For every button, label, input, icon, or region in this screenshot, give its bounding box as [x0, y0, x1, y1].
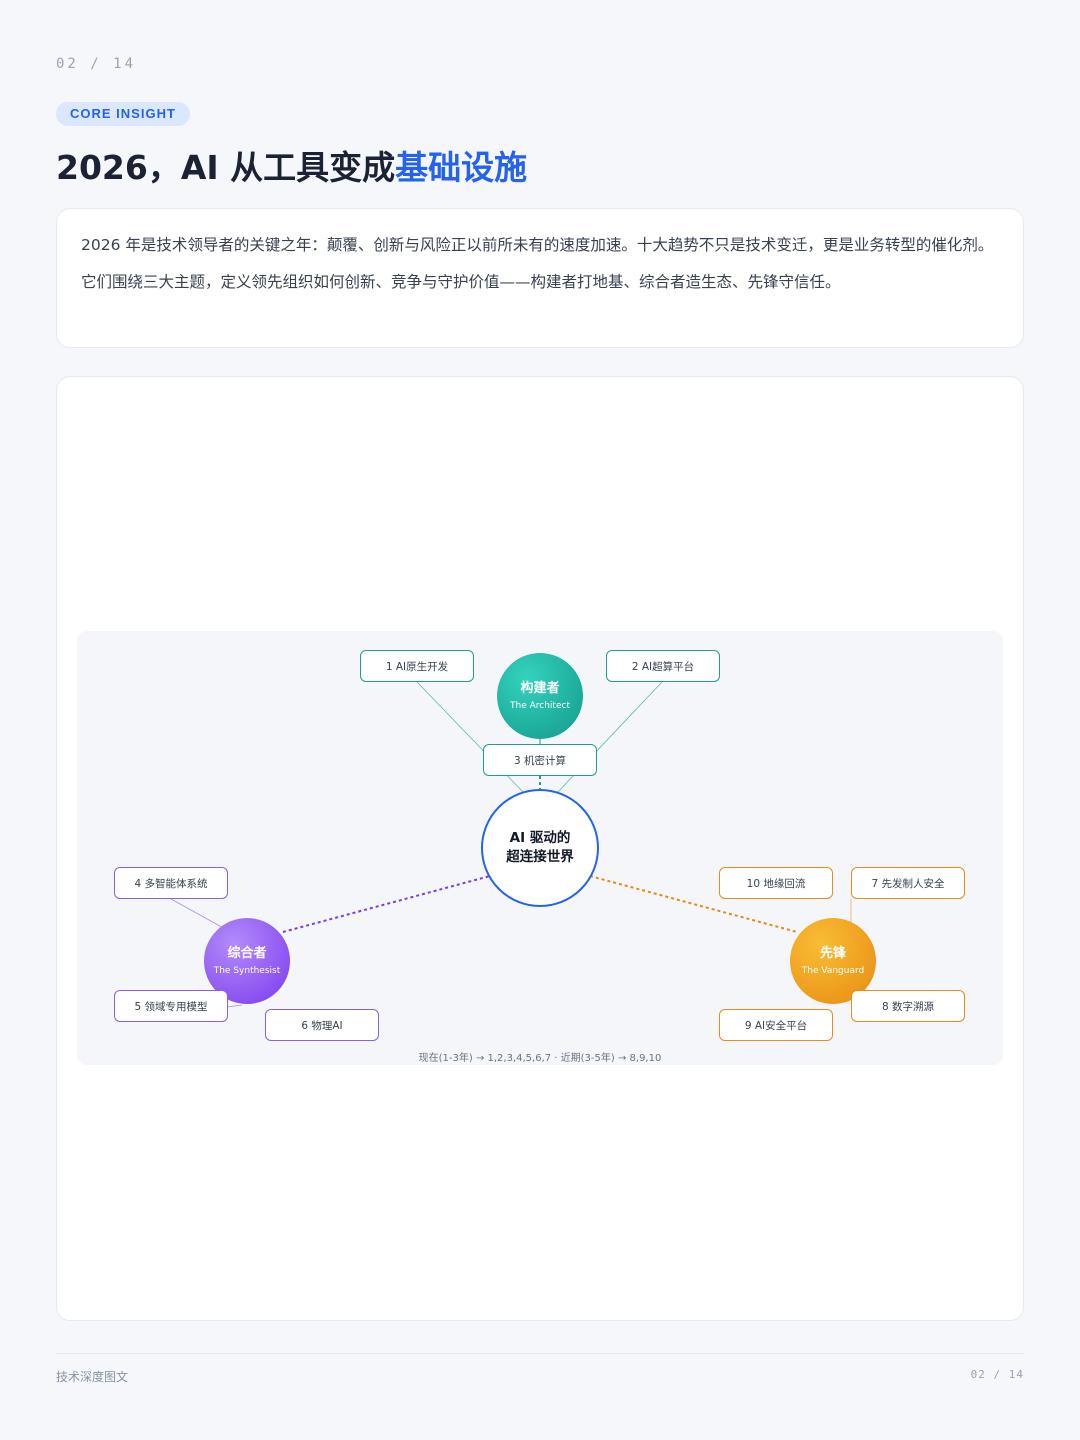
node-physical-ai: 6 物理AI — [265, 1009, 379, 1041]
timeline-caption: 现在(1-3年) → 1,2,3,4,5,6,7 · 近期(3-5年) → 8,… — [418, 1053, 662, 1064]
node-ai-security-platform: 9 AI安全平台 — [719, 1009, 833, 1041]
center-node: AI 驱动的 超连接世界 — [481, 789, 599, 907]
node-digital-provenance: 8 数字溯源 — [851, 990, 965, 1022]
title-main: 2026，AI 从工具变成 — [56, 148, 396, 187]
title-highlight: 基础设施 — [395, 148, 528, 187]
node-domain-models: 5 领域专用模型 — [114, 990, 228, 1022]
node-confidential-computing: 3 机密计算 — [483, 744, 597, 776]
page-indicator: 02 / 14 — [56, 56, 137, 72]
connector-synthesist-center — [282, 875, 491, 933]
architect-name: 构建者 — [520, 680, 560, 696]
footer-page-indicator: 02 / 14 — [970, 1368, 1024, 1381]
vanguard-name: 先锋 — [819, 945, 846, 961]
core-insight-badge: CORE INSIGHT — [56, 102, 190, 126]
footer-divider — [56, 1353, 1024, 1354]
footer-label: 技术深度图文 — [56, 1370, 129, 1384]
intro-card: 2026 年是技术领导者的关键之年：颠覆、创新与风险正以前所未有的速度加速。十大… — [56, 208, 1024, 348]
intro-paragraph-1: 2026 年是技术领导者的关键之年：颠覆、创新与风险正以前所未有的速度加速。十大… — [81, 236, 994, 254]
synthesist-subtitle: The Synthesist — [213, 965, 281, 976]
trend-diagram: 1 AI原生开发 2 AI超算平台 构建者 The Architect 3 机密… — [77, 631, 1003, 1065]
page-title: 2026，AI 从工具变成基础设施 — [56, 146, 527, 190]
synthesist-name: 综合者 — [227, 945, 267, 961]
center-line-1: AI 驱动的 — [509, 830, 571, 846]
architect-subtitle: The Architect — [510, 700, 570, 711]
architect-node: 构建者 The Architect — [497, 653, 583, 739]
node-ai-supercomputing: 2 AI超算平台 — [606, 650, 720, 682]
node-multi-agent: 4 多智能体系统 — [114, 867, 228, 899]
node-geopatriation: 10 地缘回流 — [719, 867, 833, 899]
node-preemptive-security: 7 先发制人安全 — [851, 867, 965, 899]
connector-synthesist-item5 — [226, 1004, 243, 1008]
intro-paragraph-2: 它们围绕三大主题，定义领先组织如何创新、竞争与守护价值——构建者打地基、综合者造… — [81, 273, 841, 291]
vanguard-subtitle: The Vanguard — [801, 965, 865, 976]
center-line-2: 超连接世界 — [506, 849, 574, 865]
node-ai-native-dev: 1 AI原生开发 — [360, 650, 474, 682]
